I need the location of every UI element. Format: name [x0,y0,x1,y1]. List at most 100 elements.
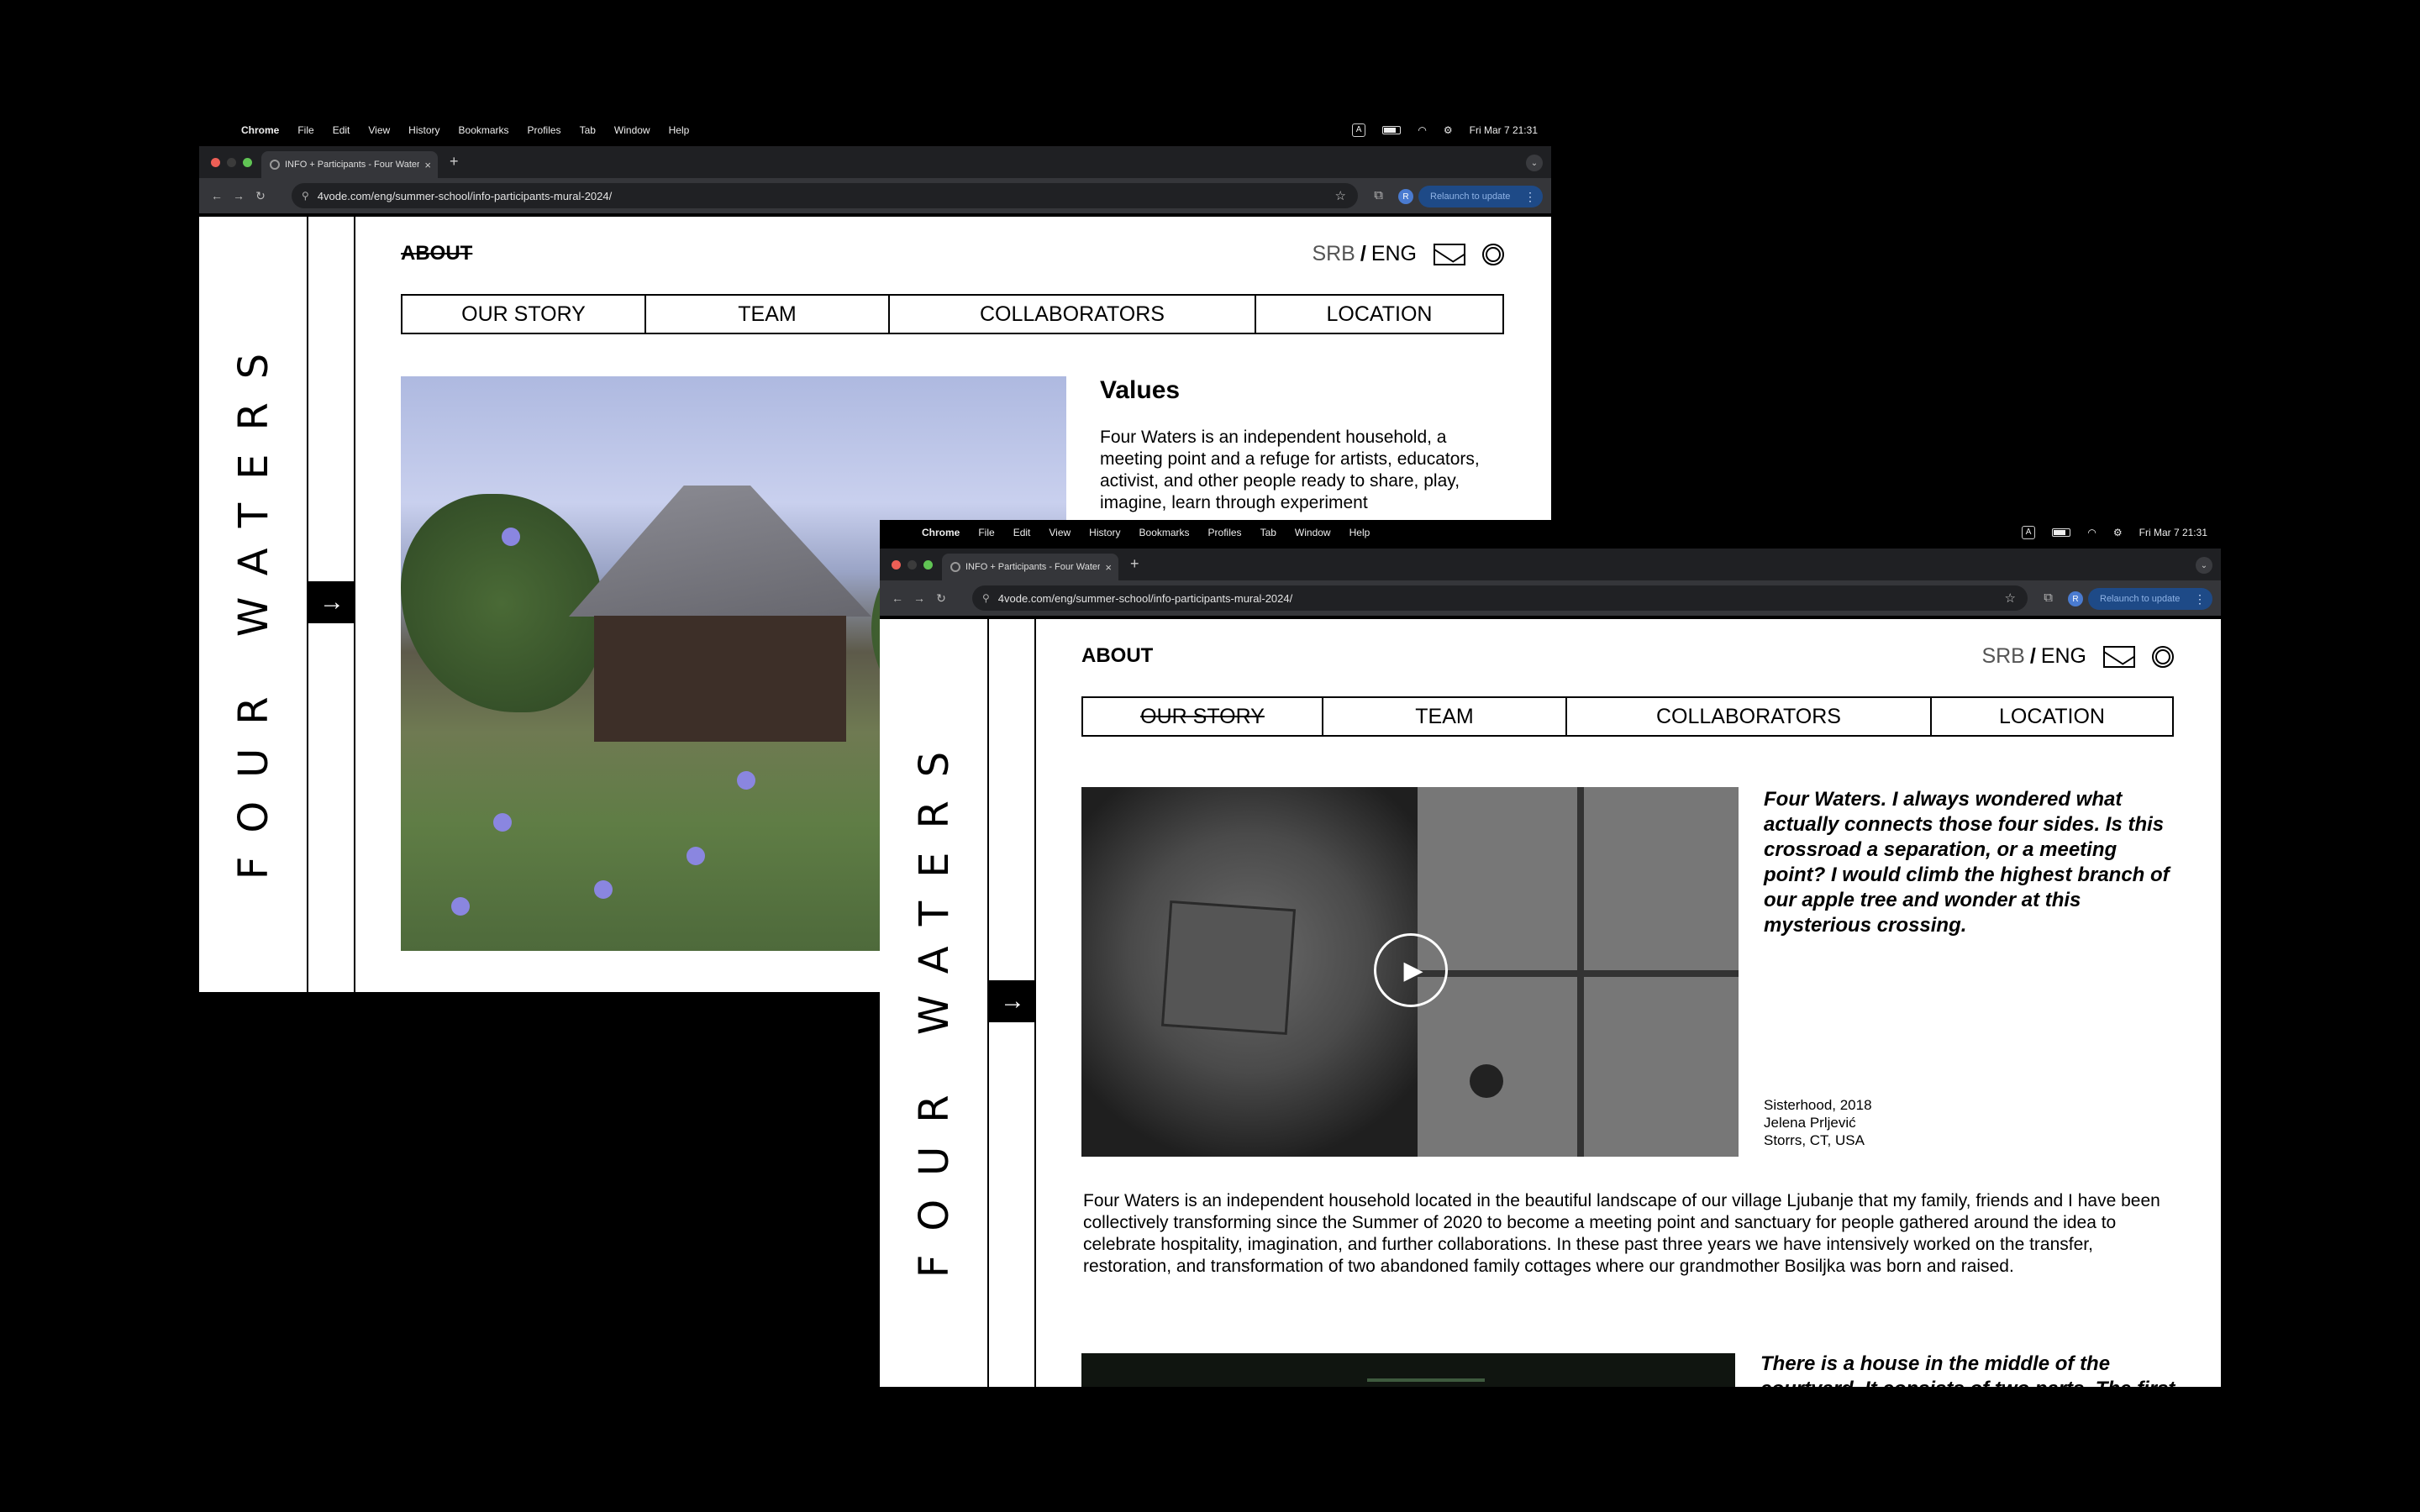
extensions-icon[interactable]: ⧉ [1374,188,1383,202]
reload-icon[interactable]: ↻ [250,189,271,203]
zoom-window-button[interactable] [243,158,252,167]
tab-search-icon[interactable]: ⌄ [1526,155,1543,171]
arrow-right-icon[interactable]: → [308,581,355,623]
url-text[interactable]: 4vode.com/eng/summer-school/info-partici… [318,190,612,202]
minimize-window-button[interactable] [227,158,236,167]
site-logo[interactable]: FOUR WATERS [911,728,958,1278]
menubar-datetime[interactable]: Fri Mar 7 21:31 [2139,527,2207,538]
instagram-icon[interactable] [1482,243,1504,265]
lang-eng-link[interactable]: ENG [2041,644,2086,669]
relaunch-to-update-button[interactable]: Relaunch to update ⋮ [2088,588,2212,610]
intro-paragraph: Four Waters is an independent household … [1083,1191,2160,1276]
input-source-indicator[interactable]: A [2021,526,2036,539]
address-bar[interactable]: ⚲ 4vode.com/eng/summer-school/info-parti… [972,585,2028,611]
artwork-video[interactable]: ▶ [1081,787,1739,1157]
arrow-right-icon[interactable]: → [989,980,1036,1022]
close-window-button[interactable] [892,560,901,570]
tab-title: INFO + Participants - Four Waters [285,160,420,170]
menu-help[interactable]: Help [1349,527,1370,538]
input-source-indicator[interactable]: A [1351,123,1366,137]
menu-app-name[interactable]: Chrome [241,124,279,136]
menu-bookmarks[interactable]: Bookmarks [1139,527,1190,538]
nav-our-story[interactable]: OUR STORY [402,296,646,333]
second-media[interactable] [1081,1353,1735,1387]
nav-collaborators[interactable]: COLLABORATORS [1567,698,1932,735]
nav-location[interactable]: LOCATION [1932,698,2172,735]
macos-menubar: Chrome File Edit View History Bookmarks … [880,520,2221,545]
lang-srb-link[interactable]: SRB [1981,644,2024,669]
new-tab-button[interactable]: + [450,153,459,171]
nav-our-story[interactable]: OUR STORY [1083,698,1323,735]
menu-edit[interactable]: Edit [1013,527,1031,538]
browser-tab-active[interactable]: INFO + Participants - Four Waters × [942,554,1118,580]
close-window-button[interactable] [211,158,220,167]
nav-collaborators[interactable]: COLLABORATORS [890,296,1256,333]
about-link[interactable]: ABOUT [401,242,472,265]
menubar-datetime[interactable]: Fri Mar 7 21:31 [1470,124,1538,136]
browser-tab-active[interactable]: INFO + Participants - Four Waters × [261,151,438,178]
lang-eng-link[interactable]: ENG [1371,242,1417,266]
forward-icon[interactable]: → [908,591,930,605]
about-link[interactable]: ABOUT [1081,644,1153,668]
wifi-icon[interactable]: ◠ [2087,527,2096,538]
menu-tab[interactable]: Tab [580,124,596,136]
tab-close-icon[interactable]: × [1105,561,1112,574]
bookmark-star-icon[interactable]: ☆ [2005,591,2016,606]
address-bar[interactable]: ⚲ 4vode.com/eng/summer-school/info-parti… [292,183,1358,208]
menu-profiles[interactable]: Profiles [1208,527,1242,538]
control-center-icon[interactable]: ⚙ [1444,124,1453,136]
menu-help[interactable]: Help [669,124,690,136]
control-center-icon[interactable]: ⚙ [2113,527,2123,538]
new-tab-button[interactable]: + [1130,555,1139,573]
menu-app-name[interactable]: Chrome [922,527,960,538]
relaunch-to-update-button[interactable]: Relaunch to update ⋮ [1418,186,1543,207]
site-info-icon[interactable]: ⚲ [302,190,309,202]
instagram-icon[interactable] [2152,645,2174,668]
menu-history[interactable]: History [1089,527,1120,538]
menu-bookmarks[interactable]: Bookmarks [459,124,509,136]
more-menu-icon[interactable]: ⋮ [2194,592,2206,606]
nav-team[interactable]: TEAM [646,296,890,333]
profile-avatar[interactable]: R [2068,591,2083,606]
apple-icon[interactable] [893,527,905,538]
back-icon[interactable]: ← [886,591,908,605]
url-text[interactable]: 4vode.com/eng/summer-school/info-partici… [998,592,1292,605]
site-info-icon[interactable]: ⚲ [982,592,990,604]
minimize-window-button[interactable] [908,560,917,570]
menu-tab[interactable]: Tab [1260,527,1276,538]
menu-file[interactable]: File [978,527,994,538]
reload-icon[interactable]: ↻ [930,591,952,606]
mail-icon[interactable] [2103,645,2135,668]
menu-window[interactable]: Window [614,124,650,136]
site-logo[interactable]: FOUR WATERS [230,329,277,879]
battery-icon[interactable] [1382,126,1402,134]
profile-avatar[interactable]: R [1398,189,1413,204]
mail-icon[interactable] [1434,243,1465,265]
menu-profiles[interactable]: Profiles [528,124,561,136]
bookmark-star-icon[interactable]: ☆ [1335,188,1346,203]
battery-icon[interactable] [2052,528,2071,537]
forward-icon[interactable]: → [228,189,250,202]
menu-history[interactable]: History [408,124,439,136]
wifi-icon[interactable]: ◠ [1418,124,1426,136]
menu-file[interactable]: File [297,124,313,136]
tab-close-icon[interactable]: × [424,159,431,171]
apple-icon[interactable] [213,124,224,136]
play-icon[interactable]: ▶ [1374,933,1448,1007]
site-sidebar: FOUR WATERS [199,217,308,992]
back-icon[interactable]: ← [206,189,228,202]
tab-search-icon[interactable]: ⌄ [2196,557,2212,574]
language-switcher: SRB / ENG [1981,644,2174,669]
menu-view[interactable]: View [1049,527,1071,538]
zoom-window-button[interactable] [923,560,933,570]
extensions-icon[interactable]: ⧉ [2044,591,2053,605]
menu-edit[interactable]: Edit [333,124,350,136]
nav-team[interactable]: TEAM [1323,698,1567,735]
more-menu-icon[interactable]: ⋮ [1524,190,1536,204]
menu-window[interactable]: Window [1295,527,1331,538]
values-text: Four Waters is an independent household,… [1100,428,1480,512]
nav-location[interactable]: LOCATION [1256,296,1502,333]
tab-title: INFO + Participants - Four Waters [965,562,1101,572]
menu-view[interactable]: View [368,124,390,136]
lang-srb-link[interactable]: SRB [1312,242,1355,266]
